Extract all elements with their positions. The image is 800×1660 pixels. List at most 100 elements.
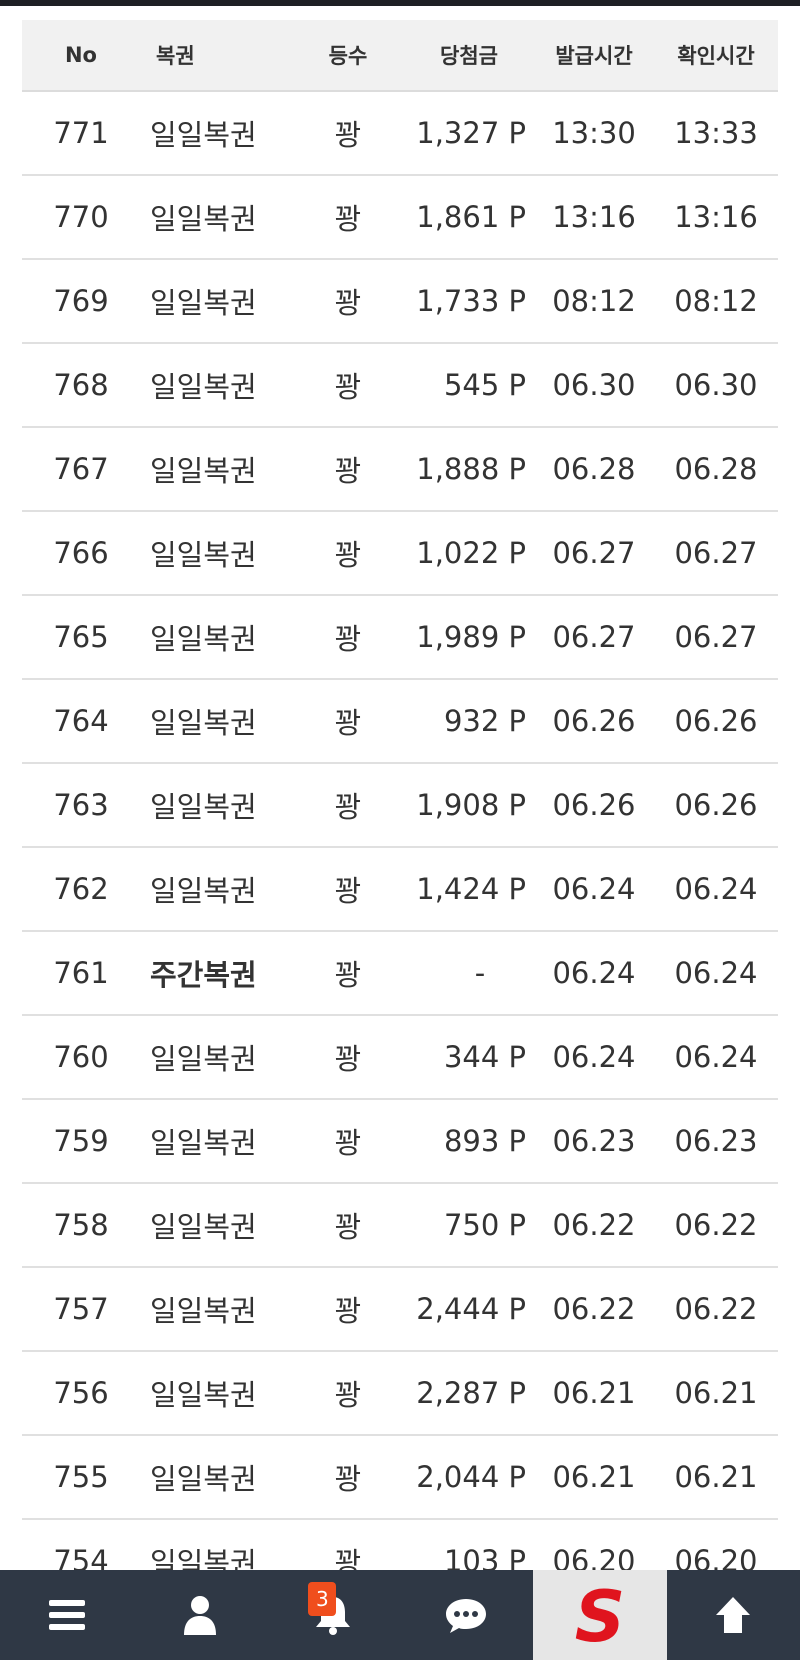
header-checked-time: 확인시간 (677, 44, 755, 68)
cell-no: 763 (53, 788, 109, 822)
cell-amount: 932 P (443, 704, 526, 738)
bottom-nav-bar: 3 S (0, 1570, 800, 1660)
user-icon (183, 1596, 216, 1635)
cell-issued-time: 06.28 (552, 452, 636, 486)
cell-issued-time: 13:30 (552, 116, 636, 150)
cell-rank: 꽝 (334, 1294, 362, 1328)
cell-amount: 545 P (443, 368, 526, 402)
table-row: 761 주간복권 꽝 - 06.24 06.24 (22, 932, 778, 1016)
cell-amount: 893 P (443, 1124, 526, 1158)
cell-no: 761 (53, 956, 109, 990)
table-row: 764 일일복권 꽝 932 P 06.26 06.26 (22, 680, 778, 764)
table-row: 765 일일복권 꽝 1,989 P 06.27 06.27 (22, 596, 778, 680)
cell-checked-time: 06.27 (674, 620, 758, 654)
logo-letter: S (575, 1579, 625, 1651)
cell-amount: 2,444 P (416, 1292, 526, 1326)
cell-no: 756 (53, 1376, 109, 1410)
scroll-top-button[interactable] (667, 1570, 800, 1660)
cell-no: 760 (53, 1040, 109, 1074)
table-row: 755 일일복권 꽝 2,044 P 06.21 06.21 (22, 1436, 778, 1520)
cell-no: 769 (53, 284, 109, 318)
cell-no: 766 (53, 536, 109, 570)
cell-amount: 1,022 P (416, 536, 526, 570)
cell-issued-time: 06.24 (552, 956, 636, 990)
cell-amount: 1,327 P (416, 116, 526, 150)
cell-no: 762 (53, 872, 109, 906)
notification-badge: 3 (308, 1582, 337, 1616)
cell-no: 764 (53, 704, 109, 738)
home-logo-button[interactable]: S (532, 1570, 667, 1660)
table-row: 762 일일복권 꽝 1,424 P 06.24 06.24 (22, 848, 778, 932)
cell-issued-time: 06.21 (552, 1376, 636, 1410)
header-rank: 등수 (328, 44, 368, 68)
cell-rank: 꽝 (334, 370, 362, 404)
cell-rank: 꽝 (334, 286, 362, 320)
cell-checked-time: 06.24 (674, 956, 758, 990)
cell-checked-time: 06.21 (674, 1460, 758, 1494)
cell-no: 757 (53, 1292, 109, 1326)
cell-rank: 꽝 (334, 874, 362, 908)
lottery-history-table: No 복권 등수 당첨금 발급시간 확인시간 771 일일복권 꽝 1,327 P 13… (22, 20, 778, 1604)
cell-amount: 1,861 P (416, 200, 526, 234)
cell-rank: 꽝 (334, 958, 362, 992)
cell-checked-time: 13:33 (674, 116, 758, 150)
cell-no: 767 (53, 452, 109, 486)
profile-button[interactable] (133, 1570, 266, 1660)
cell-amount: 1,733 P (416, 284, 526, 318)
cell-no: 759 (53, 1124, 109, 1158)
cell-issued-time: 06.24 (552, 872, 636, 906)
cell-rank: 꽝 (334, 1126, 362, 1160)
cell-amount: 1,888 P (416, 452, 526, 486)
arrow-up-icon (716, 1597, 751, 1633)
cell-rank: 꽝 (334, 790, 362, 824)
cell-type: 일일복권 (150, 1462, 257, 1496)
cell-amount: 1,424 P (416, 872, 526, 906)
table-row: 759 일일복권 꽝 893 P 06.23 06.23 (22, 1100, 778, 1184)
cell-issued-time: 08:12 (552, 284, 636, 318)
cell-issued-time: 06.30 (552, 368, 636, 402)
cell-no: 771 (53, 116, 109, 150)
chat-button[interactable] (400, 1570, 533, 1660)
cell-checked-time: 06.28 (674, 452, 758, 486)
notifications-button[interactable]: 3 (266, 1570, 399, 1660)
cell-type: 일일복권 (150, 622, 257, 656)
cell-rank: 꽝 (334, 202, 362, 236)
table-row: 769 일일복권 꽝 1,733 P 08:12 08:12 (22, 260, 778, 344)
header-no: No (64, 43, 97, 67)
cell-type: 일일복권 (150, 1126, 257, 1160)
cell-type: 일일복권 (150, 118, 257, 152)
cell-type: 일일복권 (150, 1210, 257, 1244)
cell-amount: 344 P (443, 1040, 526, 1074)
cell-no: 770 (53, 200, 109, 234)
cell-type: 일일복권 (150, 286, 257, 320)
cell-rank: 꽝 (334, 454, 362, 488)
table-row: 758 일일복권 꽝 750 P 06.22 06.22 (22, 1184, 778, 1268)
cell-amount: - (474, 956, 486, 990)
table-body: 771 일일복권 꽝 1,327 P 13:30 13:33 770 일일복권 꽝 1,861 P… (22, 92, 778, 1604)
table-row: 756 일일복권 꽝 2,287 P 06.21 06.21 (22, 1352, 778, 1436)
table-row: 760 일일복권 꽝 344 P 06.24 06.24 (22, 1016, 778, 1100)
cell-amount: 750 P (443, 1208, 526, 1242)
cell-issued-time: 06.26 (552, 704, 636, 738)
menu-button[interactable] (0, 1570, 133, 1660)
cell-checked-time: 06.21 (674, 1376, 758, 1410)
cell-rank: 꽝 (334, 1210, 362, 1244)
cell-checked-time: 06.30 (674, 368, 758, 402)
cell-rank: 꽝 (334, 622, 362, 656)
table-row: 757 일일복권 꽝 2,444 P 06.22 06.22 (22, 1268, 778, 1352)
cell-checked-time: 06.22 (674, 1292, 758, 1326)
cell-rank: 꽝 (334, 538, 362, 572)
cell-issued-time: 06.21 (552, 1460, 636, 1494)
site-logo: S (575, 1579, 625, 1651)
top-status-strip (0, 0, 800, 6)
header-issued-time: 발급시간 (555, 44, 633, 68)
cell-checked-time: 06.27 (674, 536, 758, 570)
table-row: 771 일일복권 꽝 1,327 P 13:30 13:33 (22, 92, 778, 176)
cell-type: 일일복권 (150, 538, 257, 572)
cell-type: 일일복권 (150, 454, 257, 488)
cell-issued-time: 06.26 (552, 788, 636, 822)
cell-rank: 꽝 (334, 1042, 362, 1076)
cell-type: 일일복권 (150, 1042, 257, 1076)
cell-rank: 꽝 (334, 706, 362, 740)
cell-issued-time: 06.22 (552, 1292, 636, 1326)
